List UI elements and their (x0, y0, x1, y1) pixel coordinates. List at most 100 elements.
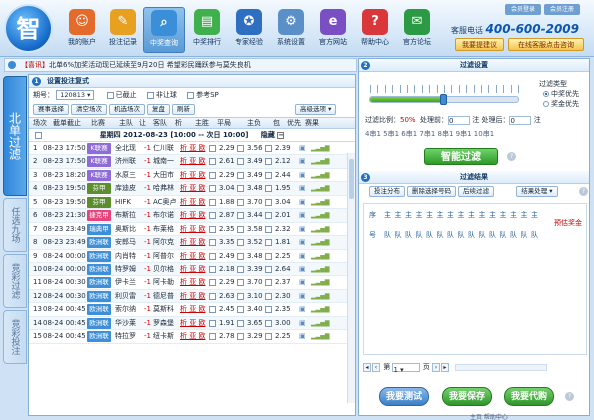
member-register-button[interactable]: 会员注册 (543, 4, 580, 15)
bundle-icon[interactable]: ▣ (299, 236, 306, 249)
home-win-checkbox[interactable] (209, 212, 216, 220)
match-row[interactable]: 6 08-23 21:30 捷克甲 布斯拉 -1 布尔诺析 亚 欧 2.87 3.44 2.01… (29, 209, 355, 223)
analyze-links[interactable]: 析 亚 欧 (180, 209, 205, 222)
bundle-icon[interactable]: ▣ (299, 169, 306, 182)
away-win-checkbox[interactable] (265, 145, 272, 152)
nav-item[interactable]: ☺ 我的账户 (61, 7, 103, 53)
column-header-cell[interactable]: 析 (175, 118, 182, 129)
analyze-links[interactable]: 析 亚 欧 (180, 196, 205, 209)
draw-checkbox[interactable] (237, 185, 244, 193)
bundle-icon[interactable]: ▣ (299, 290, 306, 303)
analyze-links[interactable]: 析 亚 欧 (180, 290, 205, 303)
horizontal-scrollbar[interactable] (455, 363, 548, 371)
review-button[interactable]: 复盘 (147, 104, 170, 115)
home-win-checkbox[interactable] (209, 225, 216, 233)
analyze-links[interactable]: 析 亚 欧 (180, 142, 205, 155)
filter-ratio-slider[interactable] (369, 94, 519, 105)
nav-item[interactable]: ? 帮助中心 (354, 7, 396, 53)
column-header-cell[interactable]: 主负 (247, 118, 261, 129)
member-login-button[interactable]: 会员登录 (504, 4, 541, 15)
draw-checkbox[interactable] (237, 292, 244, 300)
analyze-links[interactable]: 析 亚 欧 (180, 330, 205, 343)
draw-checkbox[interactable] (237, 225, 244, 233)
proxy-buy-button[interactable]: 我要代购 (504, 387, 554, 406)
help-icon[interactable]: ? (565, 392, 574, 401)
away-win-checkbox[interactable] (265, 265, 272, 273)
column-header-cell[interactable]: 比赛 (91, 118, 105, 129)
sp-checkbox[interactable] (187, 91, 195, 99)
away-win-checkbox[interactable] (265, 239, 272, 247)
bundle-icon[interactable]: ▣ (299, 196, 306, 209)
analyze-links[interactable]: 析 亚 欧 (180, 250, 205, 263)
home-win-checkbox[interactable] (209, 145, 216, 152)
bundle-icon[interactable]: ▣ (299, 317, 306, 330)
win-priority-option[interactable]: 中奖优先 (543, 89, 579, 99)
away-win-checkbox[interactable] (265, 158, 272, 166)
suggest-button[interactable]: 我要提建议 (455, 38, 504, 51)
parlay-choices[interactable]: 4串1 5串1 6串1 7串1 8串1 9串1 10串1 (365, 129, 494, 139)
draw-checkbox[interactable] (237, 145, 244, 152)
away-win-checkbox[interactable] (265, 333, 272, 341)
analyze-links[interactable]: 析 亚 欧 (180, 303, 205, 316)
bet-distribution-button[interactable]: 投注分布 (369, 186, 405, 197)
column-header-cell[interactable]: 包 (273, 118, 280, 129)
match-row[interactable]: 4 08-23 19:50 芬甲 库迪皮 -1 哈弗林析 亚 欧 3.04 3.48 1.95 ▣… (29, 182, 355, 196)
away-win-checkbox[interactable] (265, 185, 272, 193)
analyze-links[interactable]: 析 亚 欧 (180, 263, 205, 276)
analyze-links[interactable]: 析 亚 欧 (180, 223, 205, 236)
result-process-button[interactable]: 结果处理 ▾ (516, 186, 558, 197)
last-page-icon[interactable]: ▸ (440, 362, 449, 372)
bundle-icon[interactable]: ▣ (299, 155, 306, 168)
analyze-links[interactable]: 析 亚 欧 (180, 169, 205, 182)
column-header-cell[interactable]: 客队 (153, 118, 167, 129)
prev-page-icon[interactable]: ‹ (372, 362, 380, 372)
ended-checkbox[interactable] (106, 91, 114, 99)
match-row[interactable]: 7 08-23 23:49 瑞典甲 奥斯比 -1 布莱格析 亚 欧 2.35 3.58 2.32… (29, 223, 355, 237)
draw-checkbox[interactable] (237, 239, 244, 247)
home-win-checkbox[interactable] (209, 292, 216, 300)
match-row[interactable]: 8 08-23 23:49 欧洲联 安郎马 -1 阿尔克析 亚 欧 3.35 3.52 1.81… (29, 236, 355, 250)
away-win-checkbox[interactable] (265, 292, 272, 300)
away-win-checkbox[interactable] (265, 212, 272, 220)
draw-checkbox[interactable] (237, 265, 244, 273)
help-icon[interactable]: ? (507, 152, 516, 161)
match-row[interactable]: 3 08-23 18:20 K联赛 水原三 -1 大田市析 亚 欧 2.29 3.49 2.44… (29, 169, 355, 183)
nav-item[interactable]: ▤ 中奖排行 (186, 7, 228, 53)
delete-selected-button[interactable]: 删除选择号码 (407, 186, 456, 197)
match-row[interactable]: 9 08-24 00:00 欧洲联 内肖特 -1 阿普尔析 亚 欧 2.49 3.48 2.25… (29, 250, 355, 263)
analyze-links[interactable]: 析 亚 欧 (180, 155, 205, 168)
help-icon[interactable]: ? (579, 187, 588, 196)
match-select-button[interactable]: 赛事选择 (33, 104, 69, 115)
tab-beidan-filter[interactable]: 北单过滤 (3, 76, 27, 196)
draw-checkbox[interactable] (237, 198, 244, 206)
tab-jingcai-bet[interactable]: 竞彩投注 (3, 310, 27, 364)
home-win-checkbox[interactable] (209, 306, 216, 314)
follow-filter-button[interactable]: 后续过滤 (458, 186, 494, 197)
home-win-checkbox[interactable] (209, 265, 216, 273)
home-win-checkbox[interactable] (209, 252, 216, 260)
collapse-icon[interactable]: − (277, 132, 285, 139)
random-matches-button[interactable]: 机选场次 (109, 104, 145, 115)
footer-links[interactable]: 主页 帮助中心 (470, 412, 508, 420)
first-page-icon[interactable]: ◂ (363, 362, 371, 372)
clear-matches-button[interactable]: 清空场次 (71, 104, 107, 115)
issue-select[interactable]: 120813 ▾ (56, 90, 95, 100)
column-header-cell[interactable]: 截单截止 (53, 118, 81, 129)
draw-checkbox[interactable] (237, 279, 244, 287)
draw-checkbox[interactable] (237, 333, 244, 341)
draw-checkbox[interactable] (237, 212, 244, 220)
bundle-icon[interactable]: ▣ (299, 223, 306, 236)
advanced-options-button[interactable]: 高级选项 ▾ (295, 104, 337, 115)
away-win-checkbox[interactable] (265, 252, 272, 260)
column-header-cell[interactable]: 平局 (217, 118, 231, 129)
match-list-scrollbar[interactable] (347, 153, 355, 403)
bundle-icon[interactable]: ▣ (299, 330, 306, 343)
away-win-checkbox[interactable] (265, 319, 272, 327)
home-win-checkbox[interactable] (209, 171, 216, 179)
tab-jingcai-filter[interactable]: 竞彩过滤 (3, 254, 27, 308)
bundle-icon[interactable]: ▣ (299, 303, 306, 316)
away-win-checkbox[interactable] (265, 306, 272, 314)
notice-text[interactable]: 北单6%加奖活动现已延续至9月20日 希望彩民踊跃参与莫失良机 (49, 61, 251, 69)
match-row[interactable]: 1 08-23 17:50 K联赛 全北现 -1 仁川联析 亚 欧 2.29 3.56 2.39… (29, 142, 355, 156)
scrollbar-thumb[interactable] (349, 159, 354, 199)
